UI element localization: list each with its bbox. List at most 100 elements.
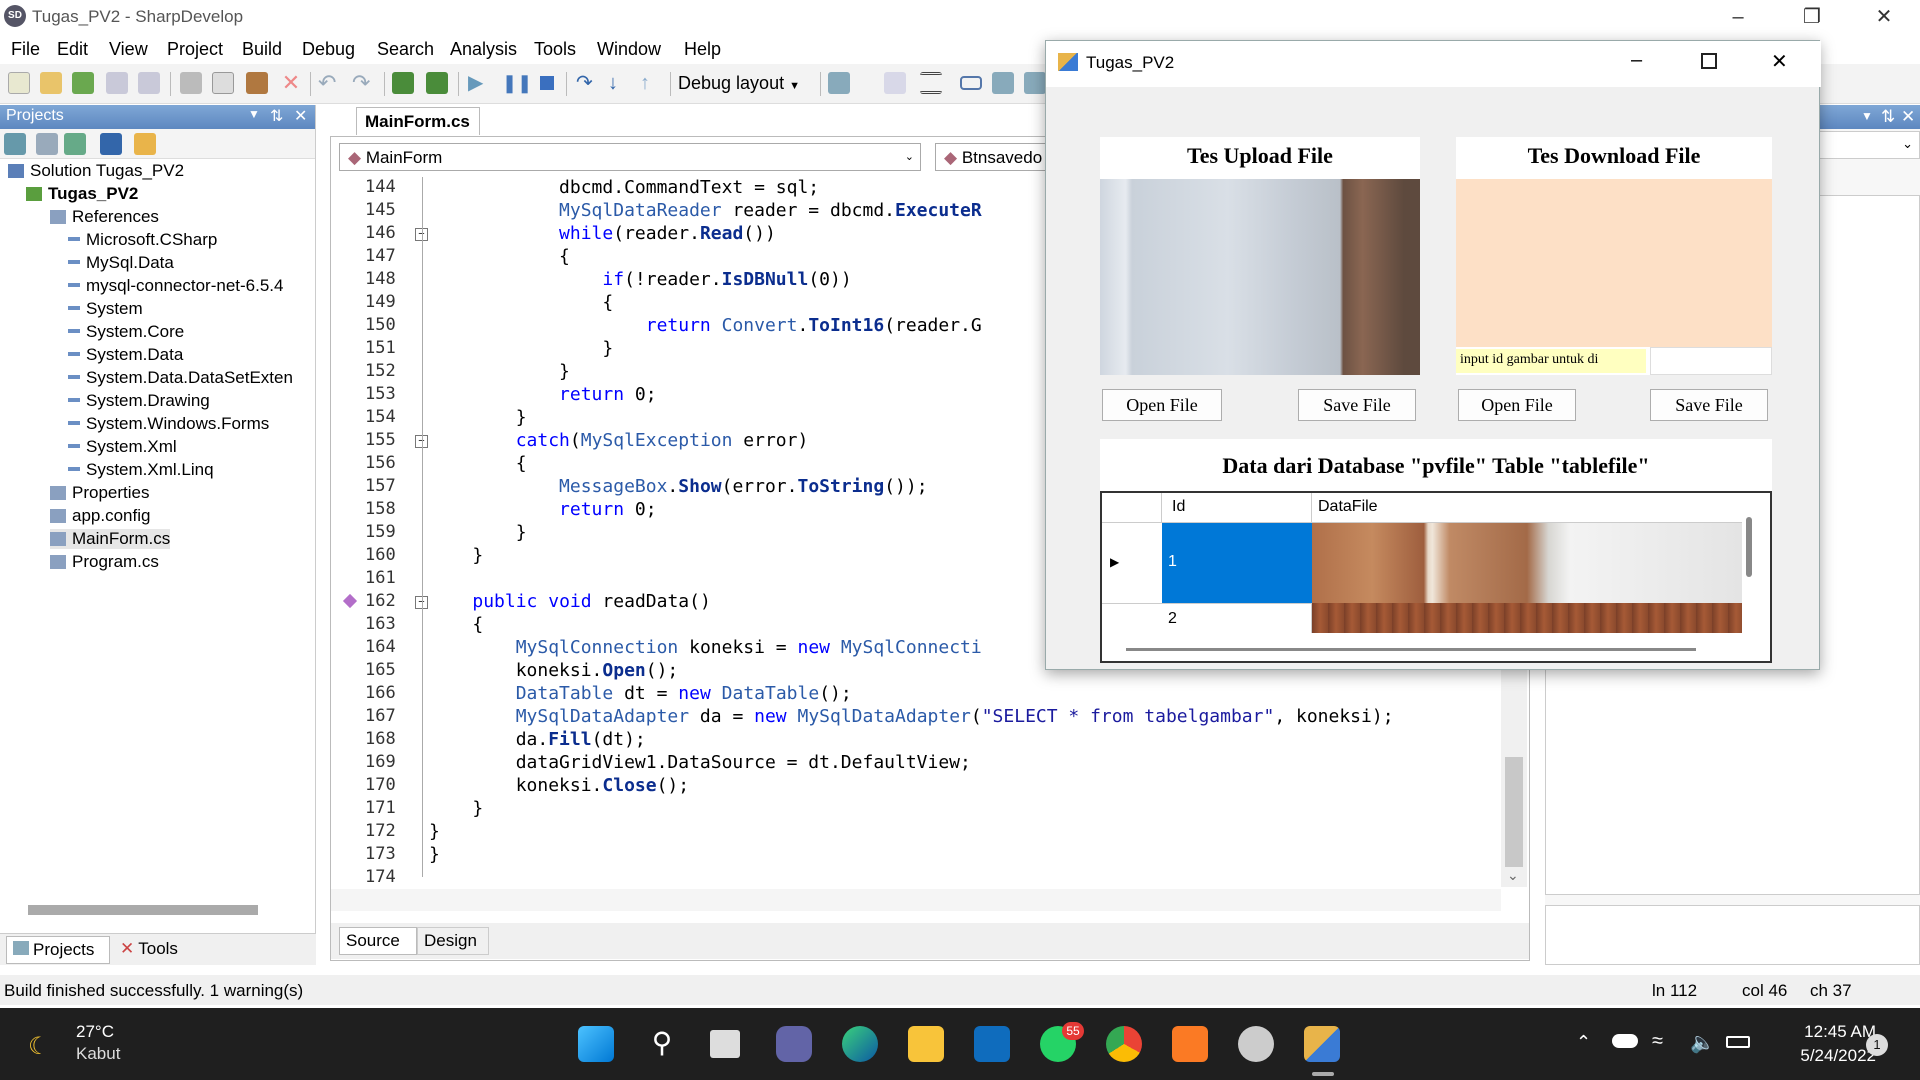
menu-window[interactable]: Window [597, 39, 661, 60]
step-into-icon[interactable]: ↓ [608, 72, 630, 94]
form-minimize-button[interactable]: – [1631, 49, 1642, 72]
layout-dropdown[interactable]: Debug layout ▼ [678, 73, 800, 94]
tree-item[interactable]: System.Windows.Forms [68, 414, 269, 434]
menu-analysis[interactable]: Analysis [450, 39, 517, 60]
menu-help[interactable]: Help [684, 39, 721, 60]
menu-build[interactable]: Build [242, 39, 282, 60]
tab-tools[interactable]: ✕ Tools [114, 936, 204, 964]
tree-item[interactable]: References [50, 207, 159, 227]
tree-item[interactable]: System.Xml [68, 437, 177, 457]
notification-badge[interactable]: 1 [1866, 1034, 1888, 1056]
editor-tab[interactable]: MainForm.cs [356, 107, 480, 135]
mail-icon[interactable] [974, 1026, 1010, 1062]
tree-item[interactable]: MainForm.cs [50, 529, 171, 549]
menu-edit[interactable]: Edit [57, 39, 88, 60]
teams-chat-icon[interactable] [776, 1026, 812, 1062]
menu-project[interactable]: Project [167, 39, 223, 60]
stop-icon[interactable] [536, 72, 558, 94]
tree-item[interactable]: mysql-connector-net-6.5.4 [68, 276, 283, 296]
save-icon[interactable] [106, 72, 128, 94]
tree-item[interactable]: System.Drawing [68, 391, 210, 411]
grid-vscrollbar[interactable] [1746, 517, 1752, 577]
start-icon[interactable] [578, 1026, 614, 1062]
tree-item[interactable]: System.Core [68, 322, 184, 342]
menu-view[interactable]: View [109, 39, 148, 60]
add-item-icon[interactable] [134, 133, 156, 155]
tree-item[interactable]: app.config [50, 506, 150, 526]
toggle-view-icon[interactable] [992, 72, 1014, 94]
tree-item[interactable]: Solution Tugas_PV2 [8, 161, 184, 181]
redo-icon[interactable]: ↷ [352, 72, 374, 94]
minimize-button[interactable]: – [1710, 0, 1766, 36]
bookmark-icon[interactable] [884, 72, 906, 94]
class-dropdown[interactable]: ◆ MainForm ⌄ [339, 143, 921, 171]
task-view-icon[interactable] [710, 1030, 740, 1058]
menu-search[interactable]: Search [377, 39, 434, 60]
build-icon[interactable] [392, 72, 414, 94]
tab-projects[interactable]: Projects [6, 936, 110, 964]
copy-icon[interactable] [212, 72, 234, 94]
clock-date[interactable]: 5/24/2022 [1770, 1046, 1876, 1066]
comment-icon[interactable] [960, 76, 982, 90]
grid-hscrollbar[interactable] [1126, 648, 1696, 651]
pin-icon[interactable]: ⇅ [1881, 107, 1895, 127]
scroll-down-icon[interactable]: ⌄ [1507, 867, 1519, 884]
battery-icon[interactable] [1726, 1036, 1750, 1048]
form-close-button[interactable]: ✕ [1771, 49, 1788, 74]
form-maximize-button[interactable] [1701, 53, 1717, 69]
save-all-icon[interactable] [138, 72, 160, 94]
grid-cell-id[interactable]: 1 [1162, 523, 1312, 603]
tree-hscrollbar[interactable] [28, 905, 258, 915]
tree-item[interactable]: System.Data.DataSetExten [68, 368, 293, 388]
run-icon[interactable]: ▶ [468, 72, 490, 94]
tab-design[interactable]: Design [417, 927, 489, 955]
tree-item[interactable]: Properties [50, 483, 149, 503]
grid-cell-image[interactable] [1312, 603, 1742, 633]
menu-tools[interactable]: Tools [534, 39, 576, 60]
onedrive-icon[interactable] [1612, 1034, 1638, 1048]
tree-item[interactable]: Program.cs [50, 552, 159, 572]
grid-cell-image[interactable] [1312, 523, 1742, 603]
undo-icon[interactable]: ↶ [318, 72, 340, 94]
tray-chevron-icon[interactable]: ⌃ [1576, 1032, 1591, 1053]
weather-widget[interactable]: ☾ 27°C Kabut [24, 1020, 144, 1068]
edge-icon[interactable] [842, 1026, 878, 1062]
close-button[interactable]: ✕ [1856, 0, 1912, 36]
step-out-icon[interactable]: ↑ [640, 72, 662, 94]
sharpdevelop-taskbar-icon[interactable] [1238, 1026, 1274, 1062]
menu-file[interactable]: File [11, 39, 40, 60]
step-over-icon[interactable]: ↷ [576, 72, 598, 94]
pause-icon[interactable]: ❚❚ [502, 72, 532, 94]
save-file-button[interactable]: Save File [1298, 389, 1416, 421]
tree-item[interactable]: Microsoft.CSharp [68, 230, 217, 250]
tree-item[interactable]: System.Xml.Linq [68, 460, 214, 480]
grid-header-datafile[interactable]: DataFile [1312, 493, 1742, 523]
open-file-button[interactable]: Open File [1102, 389, 1222, 421]
volume-icon[interactable]: 🔈 [1690, 1030, 1715, 1055]
data-grid[interactable]: Id DataFile ▶ 1 2 [1100, 491, 1772, 663]
forms-designer-icon[interactable] [1024, 72, 1046, 94]
save-file-download-button[interactable]: Save File [1650, 389, 1768, 421]
open-file-download-button[interactable]: Open File [1458, 389, 1576, 421]
clock-time[interactable]: 12:45 AM [1780, 1022, 1876, 1042]
editor-hscrollbar[interactable] [331, 889, 1501, 911]
new-file-icon[interactable] [8, 72, 30, 94]
tree-item[interactable]: System.Data [68, 345, 183, 365]
open-folder-icon[interactable] [40, 72, 62, 94]
tree-item[interactable]: MySql.Data [68, 253, 174, 273]
file-explorer-icon[interactable] [908, 1026, 944, 1062]
paste-icon[interactable] [246, 72, 268, 94]
menu-debug[interactable]: Debug [302, 39, 355, 60]
panel-close-icon[interactable]: ✕ [1901, 107, 1915, 127]
panel-close-icon[interactable]: ✕ [294, 106, 307, 126]
tree-item[interactable]: System [68, 299, 143, 319]
app-taskbar-icon[interactable] [1304, 1026, 1340, 1062]
collapse-all-icon[interactable] [100, 133, 122, 155]
build-all-icon[interactable] [426, 72, 448, 94]
open-project-icon[interactable] [72, 72, 94, 94]
search-icon[interactable]: ⚲ [644, 1026, 680, 1062]
xampp-icon[interactable] [1172, 1026, 1208, 1062]
refresh-icon[interactable] [64, 133, 86, 155]
properties-icon[interactable] [4, 133, 26, 155]
restore-button[interactable]: ❐ [1784, 0, 1840, 36]
